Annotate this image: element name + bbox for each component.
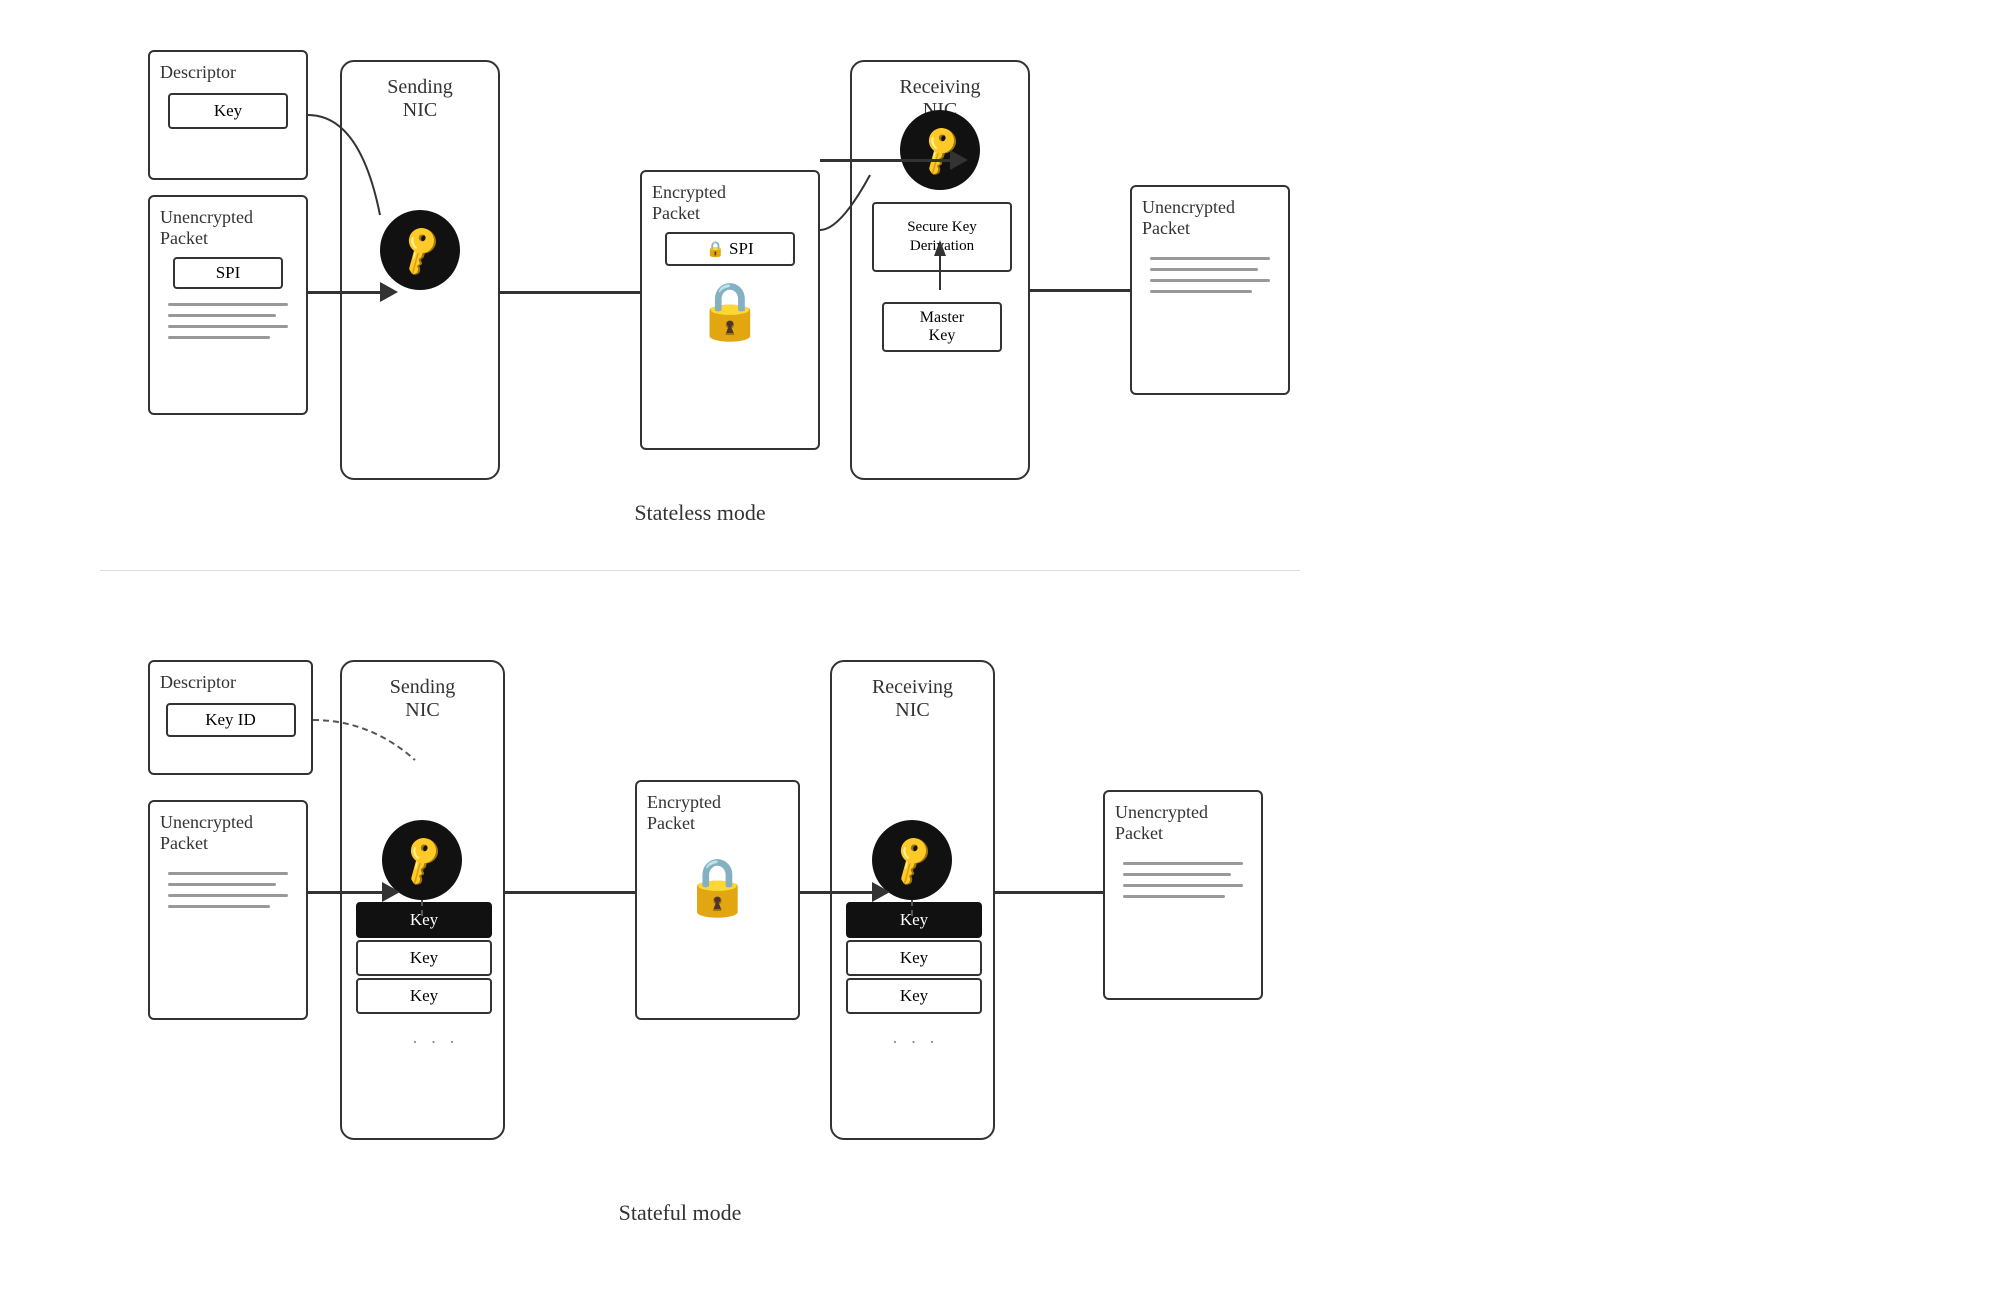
lock-small-icon: 🔒 (706, 240, 725, 259)
bottom-caption: Stateful mode (540, 1200, 820, 1226)
top-secure-key-label: Secure KeyDerivation (907, 218, 977, 257)
top-descriptor-key-box: Key (168, 93, 288, 129)
top-lock-icon: 🔒 (652, 278, 808, 344)
bottom-receiving-key3: Key (846, 978, 982, 1014)
top-descriptor-box: Descriptor Key (148, 50, 308, 180)
top-secure-key-box: Secure KeyDerivation (872, 202, 1012, 272)
top-encrypted-title: Encrypted Packet (652, 182, 808, 224)
top-sending-key-circle: 🔑 (380, 210, 460, 290)
top-enc-spi-label: SPI (729, 239, 754, 259)
top-enc-spi-box: 🔒 SPI (665, 232, 795, 266)
bottom-receiving-nic-title: Receiving NIC (832, 676, 993, 722)
bottom-descriptor-keyid-box: Key ID (166, 703, 296, 737)
top-sending-nic-title: Sending NIC (342, 76, 498, 122)
bottom-receiving-key2: Key (846, 940, 982, 976)
bottom-arrow-1 (308, 882, 400, 902)
bottom-unencrypted-left-box: Unencrypted Packet (148, 800, 308, 1020)
divider (100, 570, 1300, 571)
bottom-encrypted-title: Encrypted Packet (647, 792, 788, 834)
top-descriptor-label: Descriptor (160, 62, 296, 83)
bottom-sending-key-icon: 🔑 (392, 831, 452, 890)
top-spi-box: SPI (173, 257, 283, 289)
bottom-arrow-3 (800, 882, 890, 902)
bottom-descriptor-box: Descriptor Key ID (148, 660, 313, 775)
top-sending-key-icon: 🔑 (390, 221, 450, 280)
top-master-key-label: MasterKey (920, 309, 964, 345)
top-master-key-box: MasterKey (882, 302, 1002, 352)
diagram-container: Descriptor Key Unencrypted Packet SPI Se… (0, 0, 2000, 1295)
bottom-unencrypted-left-title: Unencrypted Packet (160, 812, 296, 854)
bottom-descriptor-label: Descriptor (160, 672, 301, 693)
bottom-sending-key1: Key (356, 902, 492, 938)
bottom-lock-icon: 🔒 (647, 854, 788, 920)
top-unencrypted-left-box: Unencrypted Packet SPI (148, 195, 308, 415)
bottom-unencrypted-right-box: Unencrypted Packet (1103, 790, 1263, 1000)
bottom-sending-key2: Key (356, 940, 492, 976)
top-caption: Stateless mode (550, 500, 850, 526)
top-arrow-1 (308, 282, 398, 302)
top-unencrypted-right-box: Unencrypted Packet (1130, 185, 1290, 395)
bottom-arrow-2 (505, 882, 653, 902)
top-spi-label: SPI (216, 263, 241, 283)
top-descriptor-key-label: Key (214, 101, 242, 121)
bottom-receiving-dots: · · · (892, 1032, 939, 1053)
top-arrow-2 (500, 282, 658, 302)
bottom-receiving-key-icon: 🔑 (882, 831, 942, 890)
top-arrow-3 (820, 150, 968, 170)
bottom-receiving-key1: Key (846, 902, 982, 938)
top-unencrypted-right-title: Unencrypted Packet (1142, 197, 1278, 239)
bottom-sending-key3: Key (356, 978, 492, 1014)
bottom-keyid-label: Key ID (205, 710, 256, 730)
bottom-unencrypted-right-title: Unencrypted Packet (1115, 802, 1251, 844)
bottom-sending-nic-title: Sending NIC (342, 676, 503, 722)
bottom-encrypted-box: Encrypted Packet 🔒 (635, 780, 800, 1020)
top-unencrypted-left-title: Unencrypted Packet (160, 207, 296, 249)
bottom-sending-dots: · · · (412, 1032, 459, 1053)
top-encrypted-box: Encrypted Packet 🔒 SPI 🔒 (640, 170, 820, 450)
